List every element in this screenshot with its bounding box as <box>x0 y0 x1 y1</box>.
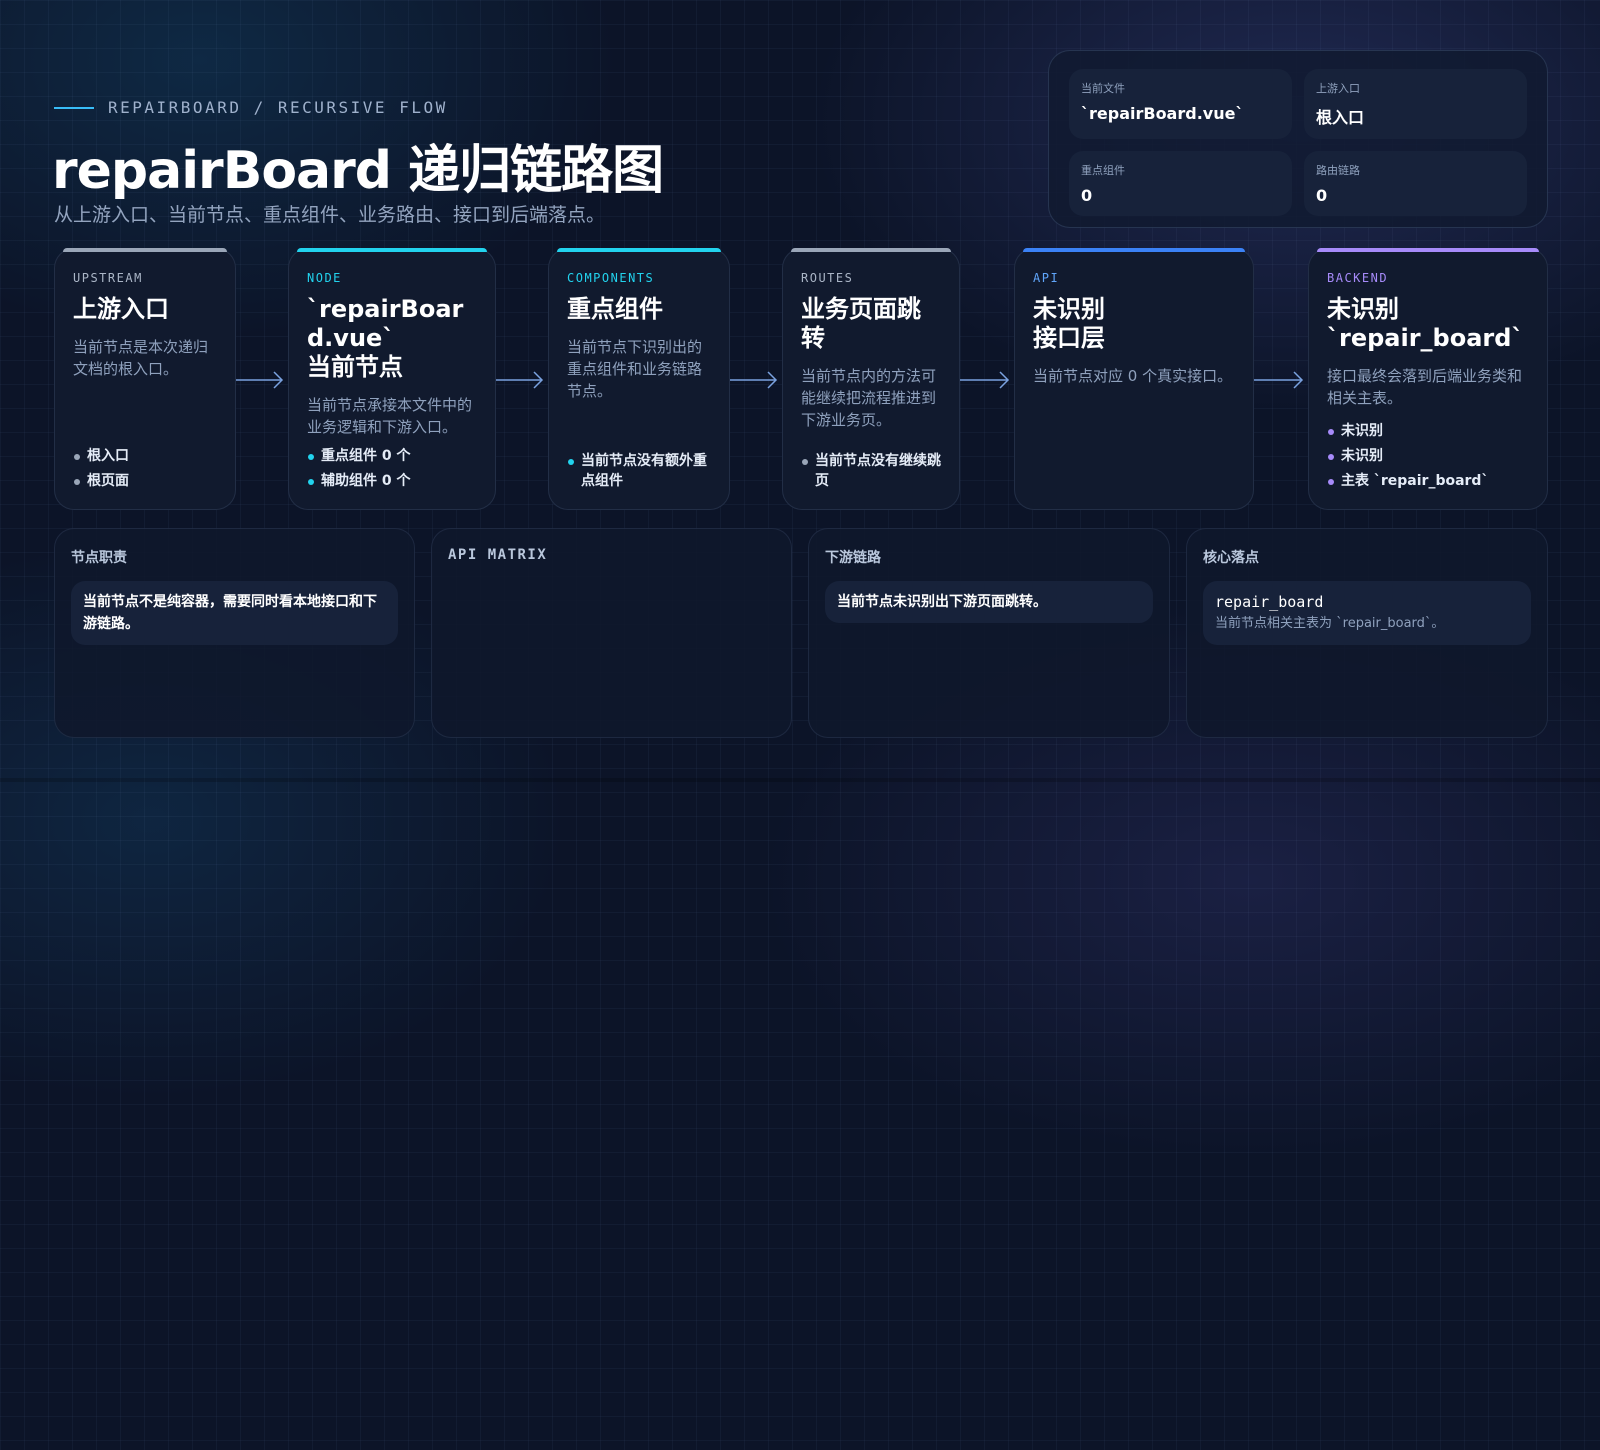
flow-card-routes: ROUTES 业务页面跳转 当前节点内的方法可能继续把流程推进到下游业务页。 当… <box>782 248 960 510</box>
panel-api-matrix: API MATRIX <box>431 528 792 738</box>
flow-arrow-icon <box>960 371 1010 389</box>
panel-title: 节点职责 <box>71 550 127 566</box>
core-table-note: 当前节点相关主表为 `repair_board`。 <box>1215 616 1445 631</box>
card-desc: 当前节点是本次递归文档的根入口。 <box>73 338 209 378</box>
card-desc: 当前节点内的方法可能继续把流程推进到下游业务页。 <box>801 367 937 429</box>
section-divider <box>0 778 1600 782</box>
stat-value: 0 <box>1316 186 1328 205</box>
panel-box: repair_board 当前节点相关主表为 `repair_board`。 <box>1203 581 1531 645</box>
card-list: 当前节点没有额外重点组件 <box>567 446 715 491</box>
card-list: 当前节点没有继续跳页 <box>801 446 945 491</box>
list-item: 主表 `repair_board` <box>1327 471 1533 491</box>
list-item: 当前节点没有额外重点组件 <box>567 451 715 491</box>
flow-arrow-icon <box>236 371 284 389</box>
eyebrow: REPAIRBOARD / RECURSIVE FLOW <box>54 98 448 117</box>
list-item: 未识别 <box>1327 446 1533 466</box>
panel-title: 下游链路 <box>825 550 881 566</box>
card-desc: 当前节点对应 0 个真实接口。 <box>1033 367 1233 385</box>
stat-label: 重点组件 <box>1081 164 1125 177</box>
stats-panel: 当前文件 `repairBoard.vue` 上游入口 根入口 重点组件 0 路… <box>1048 50 1548 228</box>
card-desc: 当前节点承接本文件中的业务逻辑和下游入口。 <box>307 396 473 436</box>
list-item: 根页面 <box>73 471 221 491</box>
flow-arrow-icon <box>496 371 544 389</box>
eyebrow-text: REPAIRBOARD / RECURSIVE FLOW <box>108 98 448 117</box>
eyebrow-line <box>54 106 94 109</box>
flow-arrow-icon <box>1254 371 1304 389</box>
stat-value: 根入口 <box>1316 108 1365 127</box>
card-title: `repairBoard.vue` 当前节点 <box>307 295 464 381</box>
flow-card-backend: BACKEND 未识别 `repair_board` 接口最终会落到后端业务类和… <box>1308 248 1548 510</box>
card-title: 上游入口 <box>73 295 169 323</box>
list-item: 未识别 <box>1327 421 1533 441</box>
page-subtitle: 从上游入口、当前节点、重点组件、业务路由、接口到后端落点。 <box>54 204 606 226</box>
panel-title: 核心落点 <box>1203 550 1259 566</box>
card-title: 未识别 `repair_board` <box>1327 295 1524 352</box>
core-table-code: repair_board <box>1215 593 1324 611</box>
stat-value: `repairBoard.vue` <box>1081 104 1244 123</box>
panel-box: 当前节点未识别出下游页面跳转。 <box>825 581 1153 623</box>
flow-card-api: API 未识别 接口层 当前节点对应 0 个真实接口。 <box>1014 248 1254 510</box>
card-tag: ROUTES <box>801 271 854 285</box>
stat-value: 0 <box>1081 186 1093 205</box>
stat-label: 上游入口 <box>1316 82 1360 95</box>
list-item: 当前节点没有继续跳页 <box>801 451 945 491</box>
list-item: 辅助组件 0 个 <box>307 471 481 491</box>
card-tag: NODE <box>307 271 342 285</box>
card-title: 未识别 接口层 <box>1033 295 1105 352</box>
stat-current-file: 当前文件 `repairBoard.vue` <box>1069 69 1292 139</box>
stat-label: 当前文件 <box>1081 82 1125 95</box>
card-tag: COMPONENTS <box>567 271 655 285</box>
flow-card-upstream: UPSTREAM 上游入口 当前节点是本次递归文档的根入口。 根入口 根页面 <box>54 248 236 510</box>
card-title: 重点组件 <box>567 295 663 323</box>
flow-card-components: COMPONENTS 重点组件 当前节点下识别出的重点组件和业务链路节点。 当前… <box>548 248 730 510</box>
card-title: 业务页面跳转 <box>801 295 921 352</box>
card-tag: UPSTREAM <box>73 271 143 285</box>
card-list: 未识别 未识别 主表 `repair_board` <box>1327 416 1533 491</box>
list-item: 根入口 <box>73 446 221 466</box>
card-desc: 当前节点下识别出的重点组件和业务链路节点。 <box>567 338 703 400</box>
panel-title: API MATRIX <box>448 547 548 563</box>
list-item: 重点组件 0 个 <box>307 446 481 466</box>
panel-core-landing: 核心落点 repair_board 当前节点相关主表为 `repair_boar… <box>1186 528 1548 738</box>
panel-box: 当前节点不是纯容器，需要同时看本地接口和下游链路。 <box>71 581 398 645</box>
flow-arrow-icon <box>730 371 778 389</box>
card-desc: 接口最终会落到后端业务类和相关主表。 <box>1327 367 1523 407</box>
card-list: 重点组件 0 个 辅助组件 0 个 <box>307 441 481 491</box>
stat-components: 重点组件 0 <box>1069 151 1292 216</box>
card-tag: API <box>1033 271 1060 285</box>
panel-downstream: 下游链路 当前节点未识别出下游页面跳转。 <box>808 528 1170 738</box>
page-title: repairBoard 递归链路图 <box>52 141 664 201</box>
card-tag: BACKEND <box>1327 271 1389 285</box>
stat-upstream: 上游入口 根入口 <box>1304 69 1527 139</box>
stat-label: 路由链路 <box>1316 164 1360 177</box>
flow-card-node: NODE `repairBoard.vue` 当前节点 当前节点承接本文件中的业… <box>288 248 496 510</box>
card-list: 根入口 根页面 <box>73 441 221 491</box>
stat-routes: 路由链路 0 <box>1304 151 1527 216</box>
panel-node-duty: 节点职责 当前节点不是纯容器，需要同时看本地接口和下游链路。 <box>54 528 415 738</box>
